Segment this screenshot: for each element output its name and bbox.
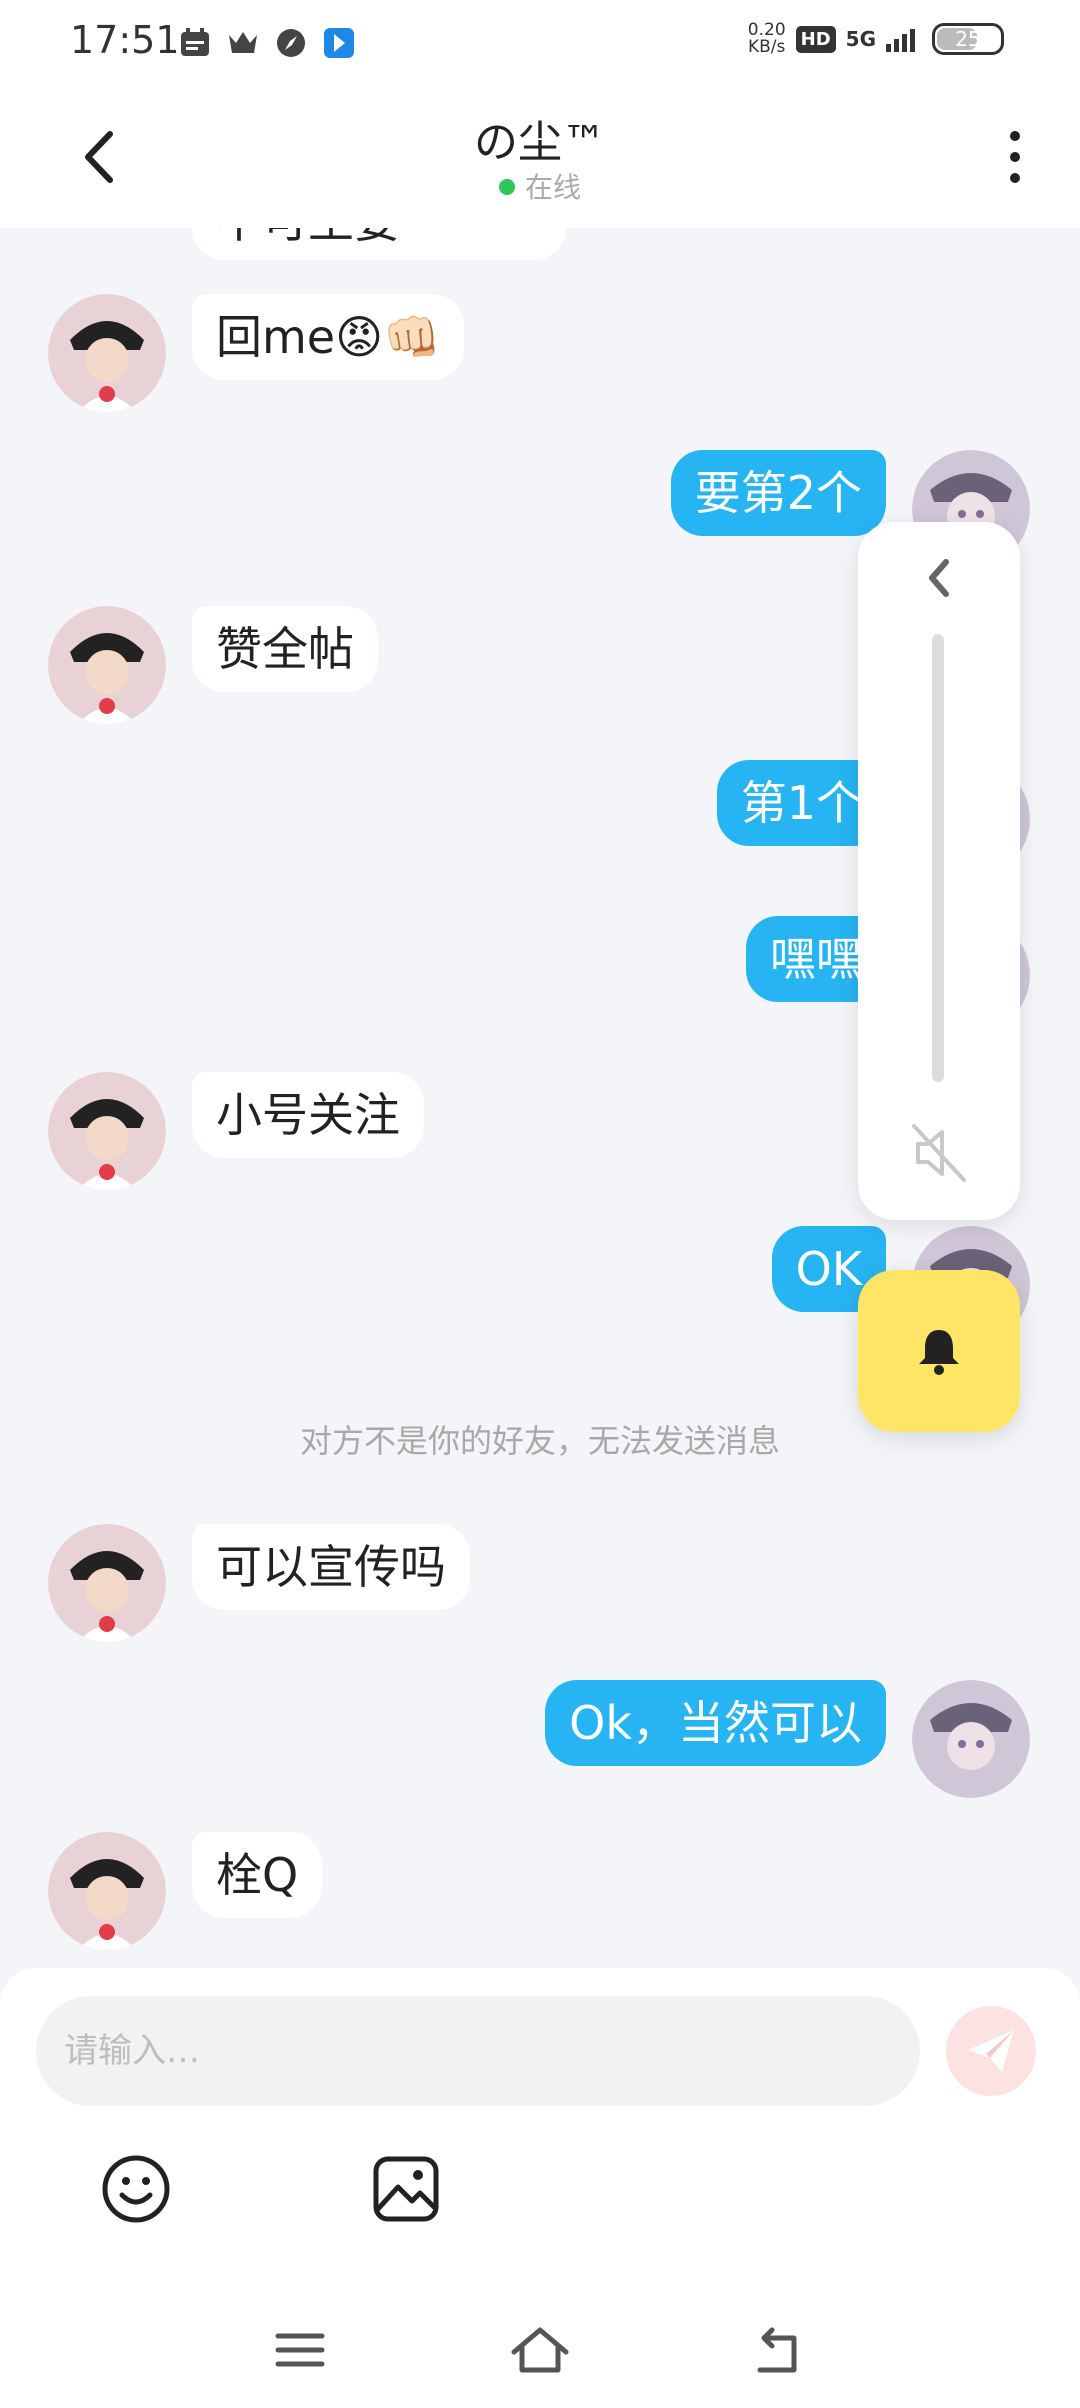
signal-bars-icon (886, 29, 915, 52)
online-dot (498, 179, 515, 195)
system-nav-bar (0, 2290, 1080, 2408)
message-bubble[interactable]: 栓Q (192, 1832, 323, 1918)
app-arrow-icon (324, 28, 354, 58)
back-arrow-icon (757, 2327, 797, 2373)
emoji-button[interactable] (100, 2153, 172, 2225)
chevron-left-icon (929, 559, 949, 597)
message-bubble[interactable]: 要第2个 (670, 450, 886, 536)
notification-icons (178, 26, 356, 60)
mute-button[interactable] (908, 1118, 970, 1188)
volume-panel (858, 522, 1020, 1220)
ringer-mode-button[interactable] (858, 1270, 1020, 1432)
nav-back-button[interactable] (750, 2320, 810, 2380)
message-input[interactable] (36, 1996, 920, 2106)
image-button[interactable] (370, 2153, 442, 2225)
avatar-self[interactable] (912, 1680, 1030, 1798)
vertical-dots-icon (1010, 131, 1020, 183)
avatar-contact[interactable] (48, 294, 166, 412)
menu-icon (275, 2333, 325, 2367)
avatar-contact[interactable] (48, 606, 166, 724)
smiley-icon (102, 2155, 170, 2223)
avatar-contact[interactable] (48, 1832, 166, 1950)
message-bubble-partial: 不可王要 (192, 228, 566, 260)
calendar-icon (181, 28, 209, 56)
hd-badge: HD (795, 25, 836, 53)
nav-menu-button[interactable] (270, 2320, 330, 2380)
send-button[interactable] (946, 2006, 1036, 2096)
online-status: 在线 (0, 166, 1080, 206)
avatar-contact[interactable] (48, 1072, 166, 1190)
network-speed: 0.20 KB/s (747, 20, 786, 57)
battery-indicator: 25 (932, 23, 1004, 55)
compass-icon (277, 29, 305, 57)
speaker-muted-icon (912, 1124, 966, 1182)
nav-home-button[interactable] (510, 2320, 570, 2380)
more-button[interactable] (990, 122, 1040, 192)
composer (0, 1968, 1080, 2290)
message-bubble[interactable]: 赞全帖 (192, 606, 378, 692)
message-bubble[interactable]: Ok，当然可以 (545, 1680, 886, 1766)
message-bubble[interactable]: 小号关注 (192, 1072, 424, 1158)
bell-icon (919, 1330, 959, 1375)
image-icon (373, 2156, 439, 2222)
chat-header: の尘™ 在线 (0, 86, 1080, 228)
home-icon (511, 2327, 569, 2373)
chat-title: の尘™ (474, 117, 606, 168)
volume-collapse-button[interactable] (914, 548, 964, 608)
message-bubble[interactable]: 可以宣传吗 (192, 1524, 470, 1610)
signal-5g: 5G (845, 27, 876, 51)
status-right: 0.20 KB/s HD 5G 25 (748, 22, 1004, 56)
avatar-contact[interactable] (48, 1524, 166, 1642)
volume-slider[interactable] (932, 634, 944, 1082)
paper-plane-icon (968, 2030, 1014, 2072)
status-time: 17:51 (70, 18, 180, 62)
crown-icon (229, 32, 257, 53)
status-bar: 17:51 0.20 KB/s HD 5G 25 (0, 0, 1080, 86)
message-bubble[interactable]: 回me😡👊🏻 (192, 294, 465, 380)
